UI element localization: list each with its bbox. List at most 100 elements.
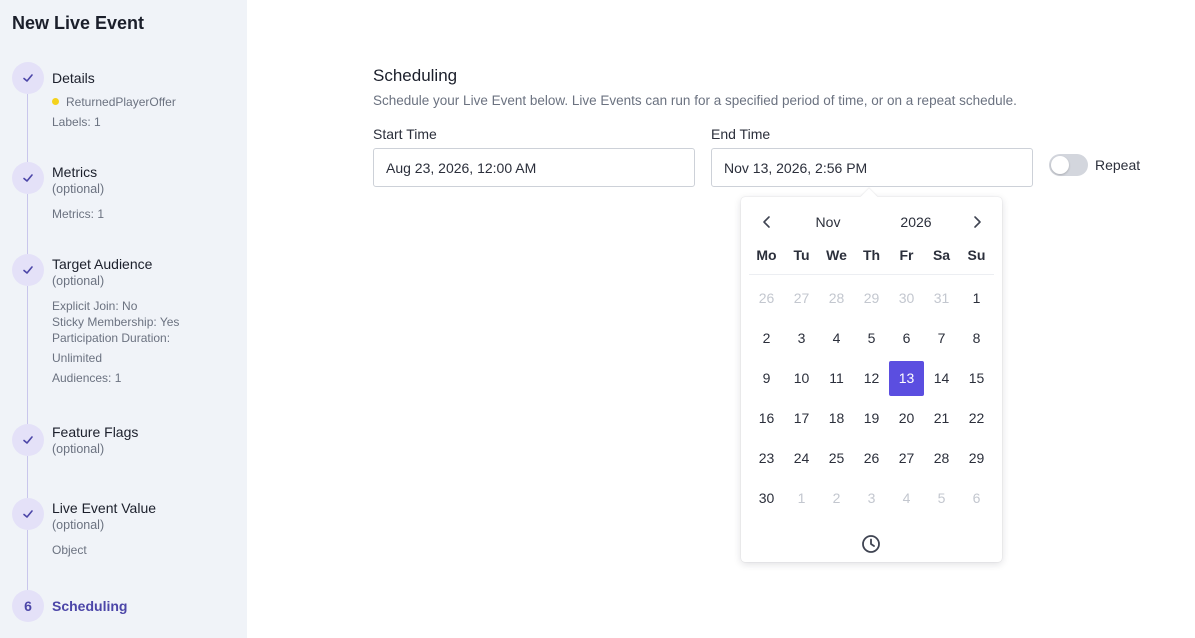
day-number: 15 (968, 370, 985, 386)
calendar-day[interactable]: 30 (749, 478, 784, 518)
calendar-day[interactable]: 18 (819, 398, 854, 438)
check-icon (12, 254, 44, 286)
step-tag: ReturnedPlayerOffer (52, 95, 176, 109)
calendar-day[interactable]: 24 (784, 438, 819, 478)
step-title: Scheduling (52, 598, 128, 614)
calendar-day[interactable]: 30 (889, 278, 924, 318)
calendar-day[interactable]: 15 (959, 358, 994, 398)
date-picker-popup: Nov 2026 Mo Tu We Th Fr Sa Su 26 27 28 29 30 31 1 2 3 4… (741, 197, 1002, 562)
weekday-label: Mo (756, 247, 777, 263)
calendar-day[interactable]: 19 (854, 398, 889, 438)
day-number: 23 (758, 450, 775, 466)
day-number: 29 (863, 290, 880, 306)
day-number: 28 (933, 450, 950, 466)
calendar-day[interactable]: 3 (784, 318, 819, 358)
calendar-day[interactable]: 3 (854, 478, 889, 518)
calendar-day[interactable]: 21 (924, 398, 959, 438)
repeat-toggle[interactable] (1049, 154, 1088, 176)
day-number: 12 (863, 370, 880, 386)
day-number: 14 (933, 370, 950, 386)
step-detail: Explicit Join: No (52, 299, 138, 313)
calendar-year[interactable]: 2026 (891, 214, 941, 230)
calendar-day[interactable]: 11 (819, 358, 854, 398)
day-number: 4 (902, 490, 911, 506)
day-number: 2 (832, 490, 841, 506)
calendar-day[interactable]: 22 (959, 398, 994, 438)
calendar-day[interactable]: 2 (819, 478, 854, 518)
calendar-day[interactable]: 16 (749, 398, 784, 438)
calendar-day[interactable]: 26 (854, 438, 889, 478)
day-number: 5 (937, 490, 946, 506)
calendar-day[interactable]: 28 (819, 278, 854, 318)
day-number: 4 (832, 330, 841, 346)
calendar-days: 26 27 28 29 30 31 1 2 3 4 5 6 7 8 9 10 11 12 13 14 15 16 17 18 1… (749, 278, 994, 518)
calendar-day[interactable]: 7 (924, 318, 959, 358)
calendar-day[interactable]: 20 (889, 398, 924, 438)
day-number: 6 (972, 490, 981, 506)
calendar-day[interactable]: 4 (819, 318, 854, 358)
day-number: 24 (793, 450, 810, 466)
step-number: 6 (12, 590, 44, 622)
start-time-input[interactable] (373, 148, 695, 187)
calendar-day[interactable]: 2 (749, 318, 784, 358)
calendar-day[interactable]: 29 (959, 438, 994, 478)
calendar-day[interactable]: 6 (889, 318, 924, 358)
calendar-day[interactable]: 10 (784, 358, 819, 398)
step-detail: Labels: 1 (52, 115, 101, 129)
day-number: 3 (867, 490, 876, 506)
check-icon (12, 498, 44, 530)
calendar-day[interactable]: 14 (924, 358, 959, 398)
step-detail: Unlimited (52, 351, 103, 365)
weekday-label: Su (967, 247, 986, 263)
end-time-label: End Time (711, 126, 771, 142)
calendar-day[interactable]: 5 (924, 478, 959, 518)
calendar-day[interactable]: 27 (889, 438, 924, 478)
calendar-day[interactable]: 31 (924, 278, 959, 318)
calendar-day[interactable]: 1 (959, 278, 994, 318)
step-detail: Object (52, 543, 87, 557)
calendar-month[interactable]: Nov (801, 214, 855, 230)
calendar-day[interactable]: 8 (959, 318, 994, 358)
start-time-label: Start Time (373, 126, 437, 142)
calendar-day[interactable]: 5 (854, 318, 889, 358)
calendar-day[interactable]: 26 (749, 278, 784, 318)
clock-icon[interactable] (860, 533, 882, 555)
step-detail: Participation Duration: (52, 331, 171, 345)
calendar-day-selected[interactable]: 13 (889, 358, 924, 398)
tag-label: ReturnedPlayerOffer (66, 95, 176, 109)
day-number: 26 (758, 290, 775, 306)
step-detail: Sticky Membership: Yes (52, 315, 180, 329)
calendar-day[interactable]: 1 (784, 478, 819, 518)
calendar-day[interactable]: 6 (959, 478, 994, 518)
calendar-day[interactable]: 12 (854, 358, 889, 398)
step-title: Feature Flags (52, 424, 139, 440)
step-connector (27, 456, 28, 498)
calendar-day[interactable]: 23 (749, 438, 784, 478)
chevron-left-icon[interactable] (757, 212, 777, 232)
day-number: 10 (793, 370, 810, 386)
calendar-day[interactable]: 25 (819, 438, 854, 478)
day-number: 22 (968, 410, 985, 426)
day-number: 26 (863, 450, 880, 466)
calendar-day[interactable]: 27 (784, 278, 819, 318)
day-number: 1 (972, 290, 981, 306)
calendar-day[interactable]: 9 (749, 358, 784, 398)
end-time-input[interactable] (711, 148, 1033, 187)
check-icon (12, 162, 44, 194)
toggle-knob (1051, 156, 1069, 174)
day-number: 5 (867, 330, 876, 346)
app-title: New Live Event (12, 13, 145, 33)
calendar-day[interactable]: 28 (924, 438, 959, 478)
calendar-divider (749, 274, 994, 275)
day-number: 1 (797, 490, 806, 506)
calendar-day[interactable]: 4 (889, 478, 924, 518)
step-title: Metrics (52, 164, 98, 180)
step-connector (27, 194, 28, 254)
step-connector (27, 94, 28, 162)
calendar-day[interactable]: 17 (784, 398, 819, 438)
day-number: 30 (758, 490, 775, 506)
day-number: 27 (793, 290, 810, 306)
chevron-right-icon[interactable] (967, 212, 987, 232)
step-optional: (optional) (52, 182, 105, 196)
calendar-day[interactable]: 29 (854, 278, 889, 318)
